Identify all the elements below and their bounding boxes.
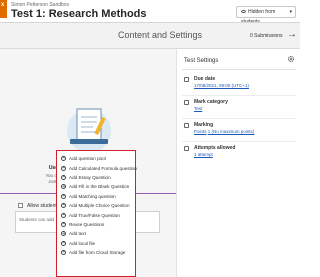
menu-item-label: Add text bbox=[69, 231, 86, 237]
marking-max-points-link[interactable]: 1 (No maximum points) bbox=[208, 129, 255, 134]
attempts-link[interactable]: 1 attempt bbox=[194, 152, 213, 157]
menu-item-true-false[interactable]: Add True/False Question bbox=[57, 210, 135, 219]
menu-item-essay[interactable]: Add Essay Question bbox=[57, 173, 135, 182]
menu-item-label: Add Multiple Choice Question bbox=[69, 203, 130, 209]
allow-students-label: Allow student bbox=[27, 203, 57, 209]
add-icon bbox=[61, 193, 66, 199]
content-settings-bar: Content and Settings 0 Submissions → bbox=[0, 23, 300, 49]
marking-label: Marking bbox=[194, 122, 214, 128]
mark-category-row: Mark category Test bbox=[184, 99, 296, 115]
allow-students-checkbox[interactable] bbox=[18, 203, 23, 208]
menu-item-label: Add local file bbox=[69, 240, 96, 246]
arrow-right-icon[interactable]: → bbox=[287, 29, 297, 40]
menu-item-label: Add file from Cloud Storage bbox=[69, 250, 126, 256]
marking-value: Points 1 (No maximum points) bbox=[194, 129, 254, 134]
menu-item-label: Add Calculated Formula question bbox=[69, 165, 137, 171]
visibility-dropdown[interactable]: Hidden from students ▾ bbox=[236, 6, 296, 25]
menu-item-label: Add question pool bbox=[69, 156, 106, 162]
add-icon bbox=[61, 249, 66, 255]
attempts-label: Attempts allowed bbox=[194, 145, 236, 151]
menu-item-add-question-pool[interactable]: Add question pool bbox=[57, 154, 135, 163]
menu-item-calculated-formula[interactable]: Add Calculated Formula question bbox=[57, 163, 137, 172]
menu-item-fill-in-blank[interactable]: Add Fill in the Blank Question bbox=[57, 182, 135, 191]
chevron-down-icon: ▾ bbox=[289, 9, 292, 15]
row-divider bbox=[182, 141, 296, 142]
settings-divider bbox=[182, 69, 296, 70]
gear-icon[interactable] bbox=[287, 55, 295, 63]
menu-item-label: Add Matching question bbox=[69, 193, 116, 199]
row-divider bbox=[182, 95, 296, 96]
calendar-icon bbox=[184, 77, 189, 82]
mark-category-link[interactable]: Test bbox=[194, 106, 202, 111]
add-icon bbox=[61, 202, 66, 208]
add-icon bbox=[61, 221, 66, 227]
marking-points-link[interactable]: Points bbox=[194, 129, 207, 134]
add-icon bbox=[61, 184, 66, 190]
attempts-icon bbox=[184, 146, 189, 151]
close-icon: x bbox=[1, 2, 5, 8]
mark-category-label: Mark category bbox=[194, 99, 228, 105]
add-content-menu: Add question pool Add Calculated Formula… bbox=[56, 150, 137, 277]
menu-item-label: Add Fill in the Blank Question bbox=[69, 184, 130, 190]
add-icon bbox=[61, 174, 66, 180]
menu-item-label: Add True/False Question bbox=[69, 212, 120, 218]
due-date-row: Due date 17/08/2021, 09:00 (UTC+1) bbox=[184, 76, 296, 92]
marking-icon bbox=[184, 123, 189, 128]
eye-icon bbox=[241, 10, 246, 14]
menu-item-add-local-file[interactable]: Add local file bbox=[57, 239, 135, 248]
add-icon bbox=[61, 231, 66, 237]
menu-item-matching[interactable]: Add Matching question bbox=[57, 192, 135, 201]
build-illustration-icon bbox=[67, 108, 111, 153]
page-title: Test 1: Research Methods bbox=[11, 8, 147, 20]
content-settings-title: Content and Settings bbox=[118, 30, 203, 40]
menu-item-multiple-choice[interactable]: Add Multiple Choice Question bbox=[57, 201, 135, 210]
menu-item-reuse-questions[interactable]: Reuse Questions bbox=[57, 220, 135, 229]
menu-item-cloud-storage[interactable]: Add file from Cloud Storage bbox=[57, 248, 135, 257]
add-icon bbox=[61, 212, 66, 218]
row-divider bbox=[182, 118, 296, 119]
menu-item-label: Add Essay Question bbox=[69, 174, 111, 180]
allow-students-placeholder: Students can add bbox=[19, 217, 55, 222]
test-settings-panel: Test Settings Due date 17/08/2021, 09:00… bbox=[176, 49, 300, 277]
test-settings-title: Test Settings bbox=[184, 58, 219, 64]
category-icon bbox=[184, 100, 189, 105]
add-icon bbox=[61, 165, 66, 171]
due-date-label: Due date bbox=[194, 76, 216, 82]
menu-item-label: Reuse Questions bbox=[69, 221, 105, 227]
menu-item-add-text[interactable]: Add text bbox=[57, 229, 135, 238]
add-icon bbox=[61, 240, 66, 246]
submissions-link[interactable]: 0 Submissions bbox=[250, 33, 283, 39]
attempts-row: Attempts allowed 1 attempt bbox=[184, 145, 296, 161]
close-button[interactable]: x bbox=[0, 0, 7, 18]
add-icon bbox=[61, 155, 66, 161]
marking-row: Marking Points 1 (No maximum points) bbox=[184, 122, 296, 138]
due-date-link[interactable]: 17/08/2021, 09:00 (UTC+1) bbox=[194, 83, 249, 88]
